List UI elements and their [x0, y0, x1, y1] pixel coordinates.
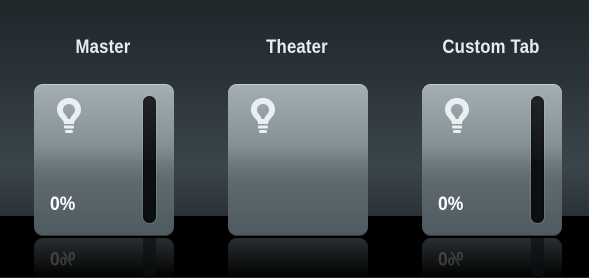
level-readout-reflection: 0%: [50, 247, 76, 268]
lightbulb-icon: [57, 98, 81, 133]
panel-theater: Theater: [222, 0, 372, 278]
slider-reflection: [143, 238, 156, 278]
tile-reflection: [228, 238, 368, 278]
panel-title: Theater: [266, 37, 328, 58]
panel-title: Master: [75, 37, 131, 58]
tile-reflection: 0%: [34, 238, 174, 278]
level-readout: 0%: [438, 194, 464, 215]
panel-custom-tab: Custom Tab 0% 0%: [416, 0, 566, 278]
custom-tab-light-tile[interactable]: 0%: [422, 84, 562, 236]
master-light-tile[interactable]: 0%: [34, 84, 174, 236]
theater-scene-tile[interactable]: [228, 84, 368, 236]
level-readout-reflection: 0%: [438, 247, 464, 268]
lightbulb-icon: [251, 98, 275, 133]
slider-reflection: [531, 238, 544, 278]
panel-title: Custom Tab: [442, 37, 540, 58]
lighting-control-panel: Master 0% 0% Theater Custom Tab 0% 0%: [0, 0, 589, 278]
tile-reflection: 0%: [422, 238, 562, 278]
lightbulb-icon: [445, 98, 469, 133]
panel-master: Master 0% 0%: [28, 0, 178, 278]
dimmer-slider[interactable]: [143, 96, 156, 223]
level-readout: 0%: [50, 194, 76, 215]
dimmer-slider[interactable]: [531, 96, 544, 223]
